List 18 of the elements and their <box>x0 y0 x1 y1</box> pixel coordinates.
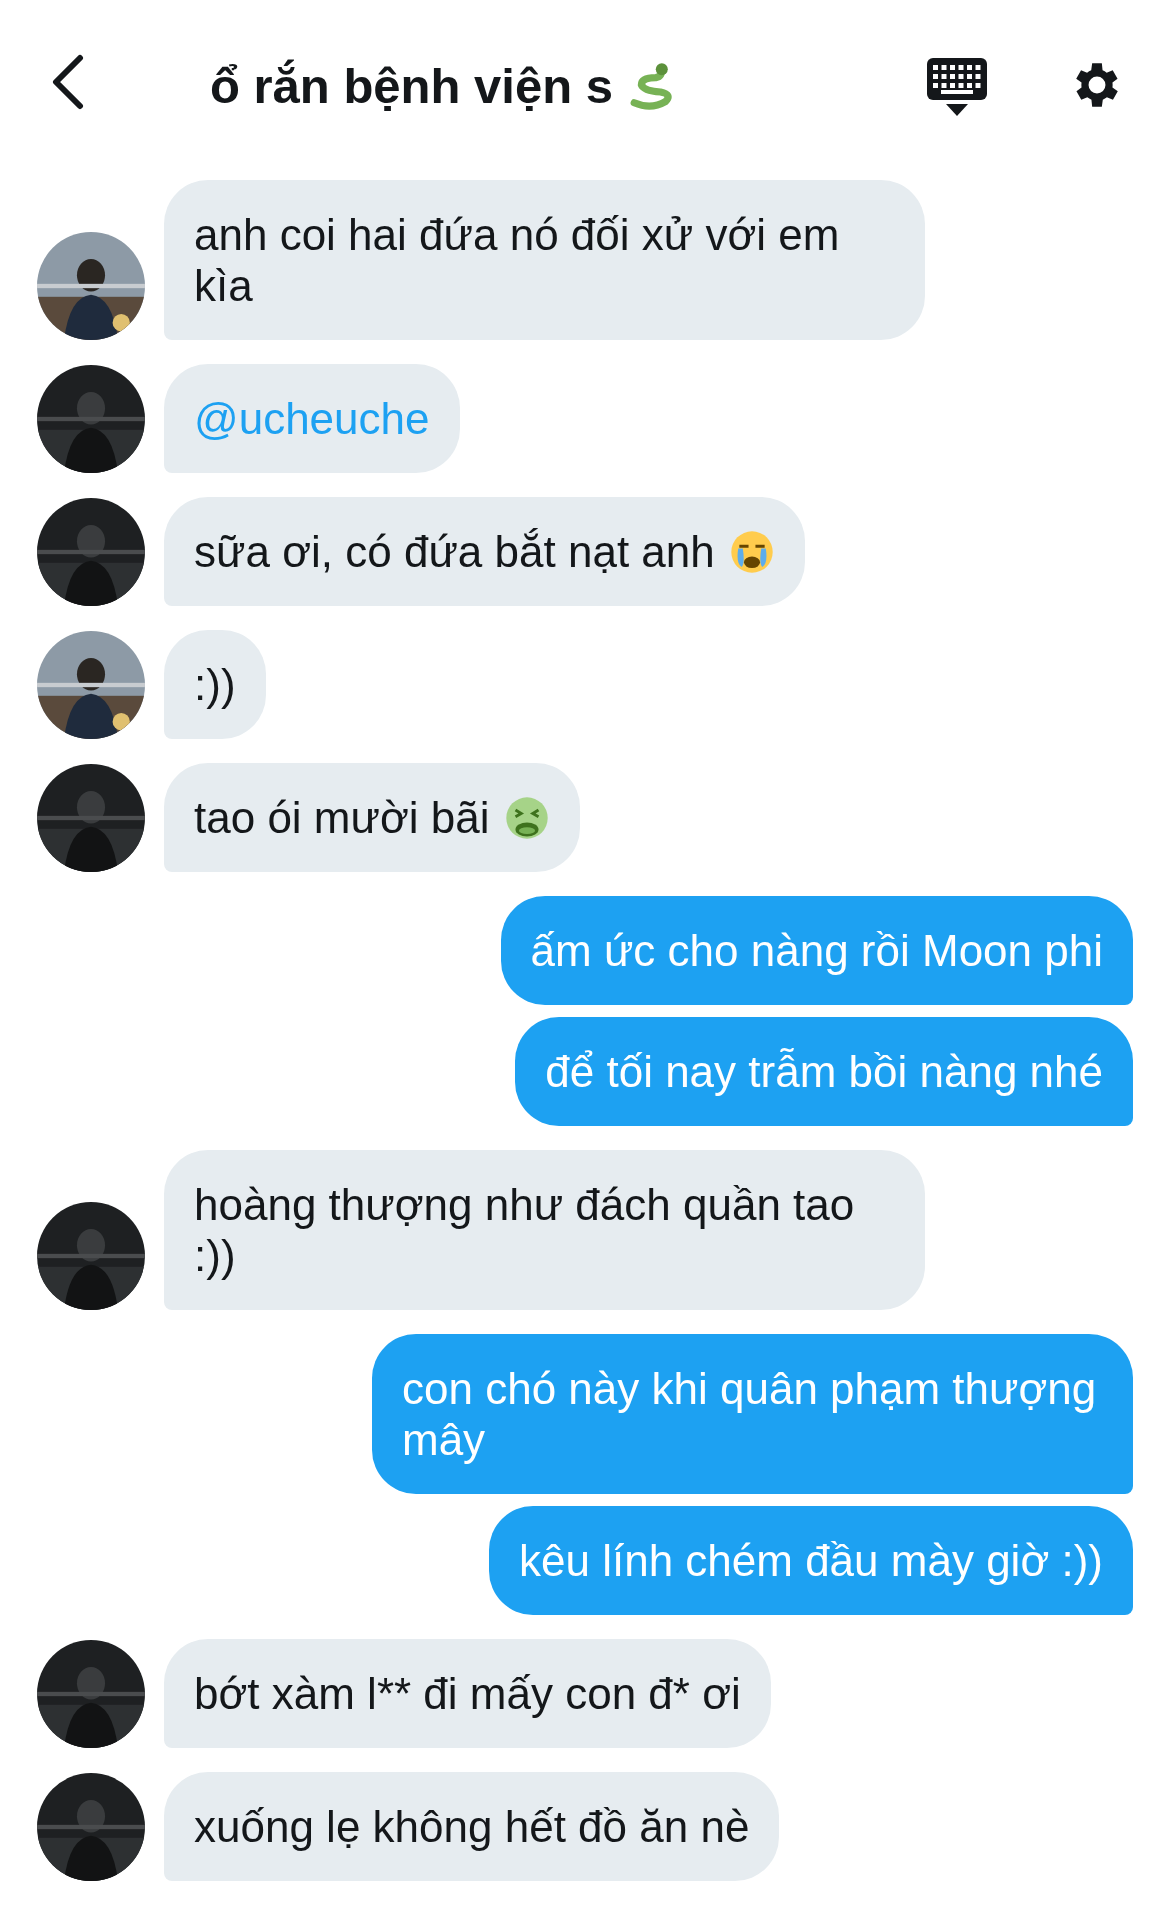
crying-face-icon <box>728 528 775 575</box>
message-text: anh coi hai đứa nó đối xử với em kìa <box>194 209 841 311</box>
message-text: sữa ơi, có đứa bắt nạt anh <box>194 526 715 577</box>
keyboard-button[interactable] <box>926 56 988 118</box>
message-text: ấm ức cho nàng rồi Moon phi <box>530 925 1103 976</box>
message-text: kêu lính chém đầu mày giờ :)) <box>519 1535 1103 1586</box>
message-text: xuống lẹ không hết đồ ăn nè <box>194 1801 750 1852</box>
keyboard-icon <box>926 56 988 118</box>
conversation-title: ổ rắn bệnh viện s <box>210 58 613 114</box>
nauseated-face-icon <box>503 794 550 841</box>
message-text: :)) <box>194 659 236 710</box>
message-text: tao ói mười bãi <box>194 792 490 843</box>
message-text: hoàng thượng như đách quần tao :)) <box>194 1179 856 1281</box>
back-icon <box>50 54 86 110</box>
message-text: bớt xàm l** đi mấy con đ* ơi <box>194 1668 741 1719</box>
mention-link[interactable]: @ucheuche <box>194 393 430 444</box>
message-text: con chó này khi quân phạm thượng mây <box>402 1363 1098 1465</box>
message-text: để tối nay trẫm bồi nàng nhé <box>545 1046 1103 1097</box>
